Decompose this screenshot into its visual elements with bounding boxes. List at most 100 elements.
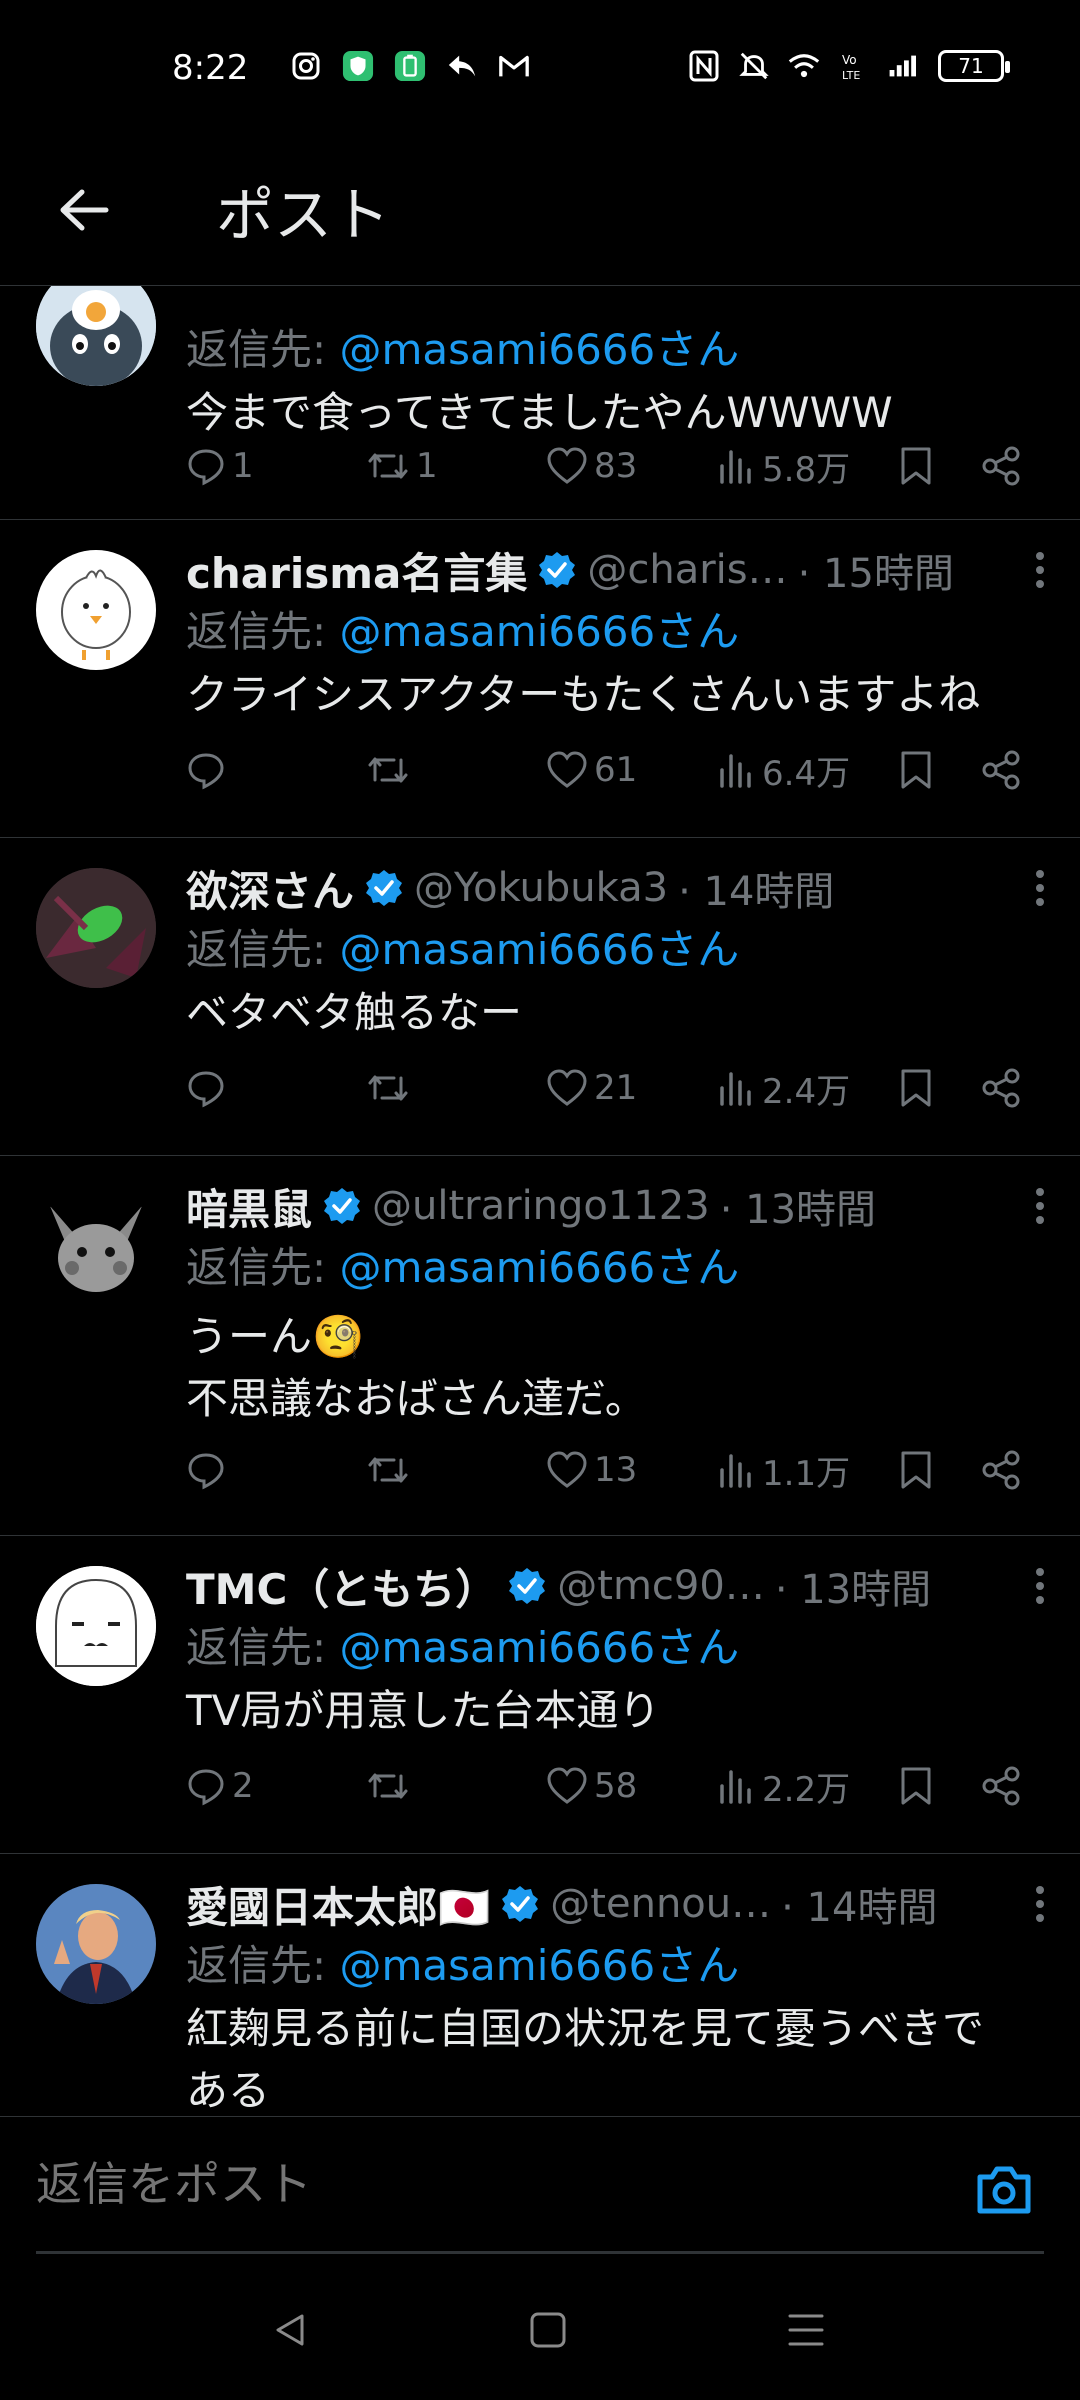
more-options-button[interactable] [1020,1562,1060,1610]
reply-meta: 愛國日本太郎🇯🇵 @tennou… · 14時間 [186,1874,1060,1934]
author-handle[interactable]: @tmc90… [557,1563,765,1609]
share-button[interactable] [980,1442,1022,1498]
reply-to-line: 返信先: @masami6666さん [186,318,1060,382]
author-handle[interactable]: @ultraringo1123 [372,1183,710,1229]
repost-button[interactable] [366,1758,416,1814]
reply-item[interactable]: charisma名言集 @charis… · 15時間 返信先: @masami… [0,520,1080,838]
analytics-icon [720,754,751,788]
author-handle[interactable]: @tennou… [550,1881,771,1927]
author-name[interactable]: 欲深さん [186,858,354,919]
like-button[interactable]: 13 [546,1442,637,1498]
heart-icon [547,1767,587,1804]
analytics-icon [720,1072,751,1106]
views-button[interactable]: 6.4万 [716,742,850,798]
author-name[interactable]: charisma名言集 [186,540,527,601]
share-button[interactable] [980,438,1022,494]
reply-item[interactable]: 暗黒鼠 @ultraringo1123 · 13時間 返信先: @masami6… [0,1156,1080,1536]
mention-link[interactable]: @masami6666さん [340,1243,740,1292]
repost-button[interactable]: 1 [366,438,438,494]
repost-icon [368,1457,408,1483]
author-name[interactable]: 暗黒鼠 [186,1176,312,1237]
reply-item[interactable]: 返信先: @masami6666さん 今まで食ってきてましたやんWWWW 1 1… [0,286,1080,520]
bookmark-button[interactable] [898,1758,934,1814]
avatar[interactable] [36,550,156,670]
avatar[interactable] [36,1186,156,1306]
heart-icon [547,751,587,788]
like-button[interactable]: 21 [546,1060,637,1116]
avatar[interactable] [36,1884,156,2004]
author-handle[interactable]: @charis… [587,547,787,593]
mention-link[interactable]: @masami6666さん [340,1623,740,1672]
bookmark-button[interactable] [898,1060,934,1116]
reply-button[interactable] [186,1442,232,1498]
avatar[interactable] [36,286,156,386]
like-button[interactable]: 83 [546,438,637,494]
author-name[interactable]: TMC（ともち） [186,1556,497,1617]
camera-button[interactable] [974,2163,1034,2219]
share-button[interactable] [980,1060,1022,1116]
mention-link[interactable]: @masami6666さん [340,325,740,374]
author-handle[interactable]: @Yokubuka3 [414,865,668,911]
bookmark-button[interactable] [898,438,934,494]
reply-button[interactable] [186,1060,232,1116]
reply-button[interactable]: 1 [186,438,254,494]
like-button[interactable]: 61 [546,742,637,798]
like-count: 13 [594,1450,638,1490]
avatar[interactable] [36,1566,156,1686]
avatar[interactable] [36,868,156,988]
reply-meta: 欲深さん @Yokubuka3 · 14時間 [186,858,1060,918]
repost-button[interactable] [366,1060,416,1116]
nav-recents-button[interactable] [776,2300,836,2360]
views-count: 5.8万 [762,449,851,490]
nav-back-button[interactable] [260,2300,320,2360]
repost-count: 1 [416,446,438,486]
share-button[interactable] [980,1758,1022,1814]
verified-badge-icon [500,1884,540,1924]
views-button[interactable]: 2.2万 [716,1758,850,1814]
reply-text: うーん🧐 不思議なおばさん達だ。 [186,1312,647,1423]
status-time: 8:22 [172,48,249,88]
back-button[interactable] [52,178,116,242]
reply-count: 1 [232,446,254,486]
more-options-button[interactable] [1020,864,1060,912]
mention-link[interactable]: @masami6666さん [340,1941,740,1990]
notification-icons [290,50,530,82]
more-options-button[interactable] [1020,1880,1060,1928]
action-bar: 2 58 2.2万 [186,1758,1056,1814]
comment-icon [188,449,224,486]
like-count: 83 [594,446,638,486]
reply-count: 2 [232,1766,254,1806]
reply-item[interactable]: TMC（ともち） @tmc90… · 13時間 返信先: @masami6666… [0,1536,1080,1854]
bookmark-button[interactable] [898,1442,934,1498]
bookmark-button[interactable] [898,742,934,798]
reply-input[interactable] [36,2157,956,2211]
nav-home-button[interactable] [518,2300,578,2360]
reply-item[interactable]: 欲深さん @Yokubuka3 · 14時間 返信先: @masami6666さ… [0,838,1080,1156]
more-options-button[interactable] [1020,546,1060,594]
comment-icon [188,1071,224,1108]
analytics-icon [720,450,751,484]
reply-text: クライシスアクターもたくさんいますよね [186,670,981,719]
reply-item[interactable]: 愛國日本太郎🇯🇵 @tennou… · 14時間 返信先: @masami666… [0,1854,1080,2116]
repost-button[interactable] [366,742,416,798]
reply-feed[interactable]: 返信先: @masami6666さん 今まで食ってきてましたやんWWWW 1 1… [0,286,1080,2116]
more-options-button[interactable] [1020,1182,1060,1230]
signal-icon [888,50,920,82]
mention-link[interactable]: @masami6666さん [340,607,740,656]
mention-link[interactable]: @masami6666さん [340,925,740,974]
repost-button[interactable] [366,1442,416,1498]
views-button[interactable]: 1.1万 [716,1442,850,1498]
views-count: 1.1万 [762,1453,851,1494]
like-count: 58 [594,1766,638,1806]
reply-button[interactable]: 2 [186,1758,254,1814]
reply-to-label: 返信先: [186,325,340,374]
share-button[interactable] [980,742,1022,798]
repost-icon [368,1075,408,1101]
author-name[interactable]: 愛國日本太郎🇯🇵 [186,1874,490,1935]
reply-to-label: 返信先: [186,607,340,656]
action-bar: 21 2.4万 [186,1060,1056,1116]
views-button[interactable]: 2.4万 [716,1060,850,1116]
reply-button[interactable] [186,742,232,798]
like-button[interactable]: 58 [546,1758,637,1814]
views-button[interactable]: 5.8万 [716,438,850,494]
